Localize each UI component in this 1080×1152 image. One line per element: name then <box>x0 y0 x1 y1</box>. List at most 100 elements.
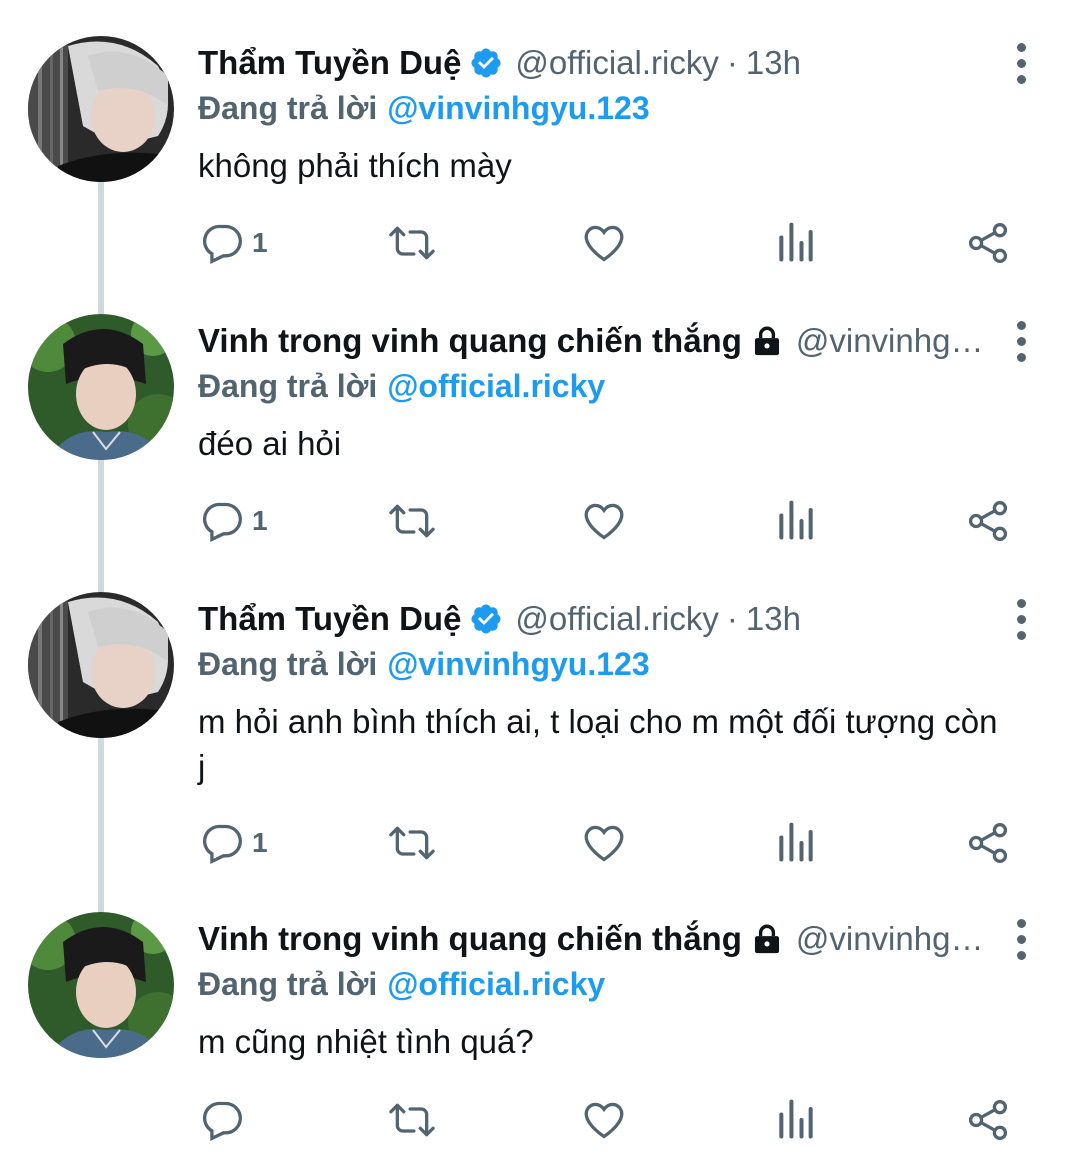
views-button[interactable] <box>776 813 816 873</box>
display-name[interactable]: Vinh trong vinh quang chiến thắng <box>198 920 742 958</box>
share-button[interactable] <box>966 1090 1010 1150</box>
tweet-actions: 1 <box>0 213 1080 273</box>
display-name[interactable]: Vinh trong vinh quang chiến thắng <box>198 322 742 360</box>
heart-icon <box>584 1102 624 1139</box>
tweet-actions <box>0 1090 1080 1150</box>
replying-label: Đang trả lời <box>198 89 378 126</box>
reply-count: 1 <box>252 505 268 536</box>
share-button[interactable] <box>966 491 1010 551</box>
more-options-icon[interactable] <box>1006 914 1036 964</box>
mention-link[interactable]: @vinvinhgyu.123 <box>387 646 649 683</box>
display-name[interactable]: Thẩm Tuyền Duệ <box>198 600 461 638</box>
heart-icon <box>584 503 624 540</box>
speech-bubble-icon <box>202 824 242 864</box>
avatar-image <box>28 912 174 1058</box>
views-button[interactable] <box>776 213 816 273</box>
avatar[interactable] <box>28 314 174 460</box>
views-button[interactable] <box>776 1090 816 1150</box>
tweet-header: Thẩm Tuyền Duệ @official.ricky · 13h <box>198 38 990 88</box>
tweet-text: m hỏi anh bình thích ai, t loại cho m mộ… <box>198 703 998 785</box>
heart-icon <box>584 825 624 862</box>
bar-chart-icon <box>779 1099 813 1139</box>
like-button[interactable] <box>582 1090 626 1150</box>
replying-to: Đang trả lời @vinvinhgyu.123 <box>198 86 650 130</box>
separator-dot: · <box>726 600 738 637</box>
avatar-image <box>28 36 174 182</box>
retweet-icon <box>389 504 435 538</box>
display-name[interactable]: Thẩm Tuyền Duệ <box>198 44 461 82</box>
reply-button[interactable]: 1 <box>200 813 268 873</box>
retweet-icon <box>389 1103 435 1137</box>
retweet-button[interactable] <box>386 491 438 551</box>
retweet-button[interactable] <box>386 813 438 873</box>
replying-label: Đang trả lời <box>198 965 378 1002</box>
avatar[interactable] <box>28 36 174 182</box>
speech-bubble-icon <box>202 224 242 264</box>
tweet[interactable]: Vinh trong vinh quang chiến thắng @vinvi… <box>0 876 1080 1152</box>
mention-link[interactable]: @official.ricky <box>387 368 605 405</box>
speech-bubble-icon <box>202 1101 242 1141</box>
tweet-header: Vinh trong vinh quang chiến thắng @vinvi… <box>198 914 990 964</box>
verified-badge-icon <box>469 602 503 636</box>
more-options-icon[interactable] <box>1006 594 1036 644</box>
tweet[interactable]: Vinh trong vinh quang chiến thắng @vinvi… <box>0 278 1080 578</box>
reply-button[interactable] <box>200 1090 244 1150</box>
reply-count: 1 <box>252 227 268 258</box>
tweet[interactable]: Thẩm Tuyền Duệ @official.ricky · 13h Đan… <box>0 556 1080 896</box>
share-icon <box>968 223 1008 263</box>
replying-to: Đang trả lời @official.ricky <box>198 962 605 1006</box>
retweet-button[interactable] <box>386 1090 438 1150</box>
bar-chart-icon <box>779 222 813 262</box>
user-handle[interactable]: @official.ricky <box>515 600 718 638</box>
lock-icon <box>750 922 784 956</box>
tweet-header: Vinh trong vinh quang chiến thắng @vinvi… <box>198 316 990 366</box>
reply-count: 1 <box>252 827 268 858</box>
tweet-header: Thẩm Tuyền Duệ @official.ricky · 13h <box>198 594 990 644</box>
like-button[interactable] <box>582 491 626 551</box>
speech-bubble-icon <box>202 502 242 542</box>
lock-icon <box>750 324 784 358</box>
tweet-text: đéo ai hỏi <box>198 425 342 462</box>
replying-to: Đang trả lời @official.ricky <box>198 364 605 408</box>
share-icon <box>968 823 1008 863</box>
tweet-text: không phải thích mày <box>198 147 512 184</box>
more-options-icon[interactable] <box>1006 38 1036 88</box>
replying-label: Đang trả lời <box>198 367 378 404</box>
verified-badge-icon <box>469 46 503 80</box>
bar-chart-icon <box>779 822 813 862</box>
like-button[interactable] <box>582 813 626 873</box>
replying-label: Đang trả lời <box>198 645 378 682</box>
retweet-icon <box>389 226 435 260</box>
share-button[interactable] <box>966 213 1010 273</box>
retweet-button[interactable] <box>386 213 438 273</box>
reply-thread: Thẩm Tuyền Duệ @official.ricky · 13h Đan… <box>0 0 1080 1152</box>
mention-link[interactable]: @vinvinhgyu.123 <box>387 90 649 127</box>
tweet[interactable]: Thẩm Tuyền Duệ @official.ricky · 13h Đan… <box>0 0 1080 300</box>
heart-icon <box>584 225 624 262</box>
bar-chart-icon <box>779 500 813 540</box>
avatar-image <box>28 592 174 738</box>
share-icon <box>968 1100 1008 1140</box>
separator-dot: · <box>726 44 738 81</box>
avatar[interactable] <box>28 912 174 1058</box>
tweet-actions: 1 <box>0 491 1080 551</box>
replying-to: Đang trả lời @vinvinhgyu.123 <box>198 642 650 686</box>
user-handle[interactable]: @vinvinhg… <box>796 920 984 958</box>
like-button[interactable] <box>582 213 626 273</box>
mention-link[interactable]: @official.ricky <box>387 966 605 1003</box>
reply-button[interactable]: 1 <box>200 491 268 551</box>
tweet-actions: 1 <box>0 813 1080 873</box>
share-icon <box>968 501 1008 541</box>
share-button[interactable] <box>966 813 1010 873</box>
avatar[interactable] <box>28 592 174 738</box>
views-button[interactable] <box>776 491 816 551</box>
retweet-icon <box>389 826 435 860</box>
user-handle[interactable]: @official.ricky <box>515 44 718 82</box>
timestamp[interactable]: 13h <box>746 600 801 638</box>
timestamp[interactable]: 13h <box>746 44 801 82</box>
reply-button[interactable]: 1 <box>200 213 268 273</box>
user-handle[interactable]: @vinvinhg… <box>796 322 984 360</box>
more-options-icon[interactable] <box>1006 316 1036 366</box>
tweet-text: m cũng nhiệt tình quá? <box>198 1023 534 1060</box>
avatar-image <box>28 314 174 460</box>
